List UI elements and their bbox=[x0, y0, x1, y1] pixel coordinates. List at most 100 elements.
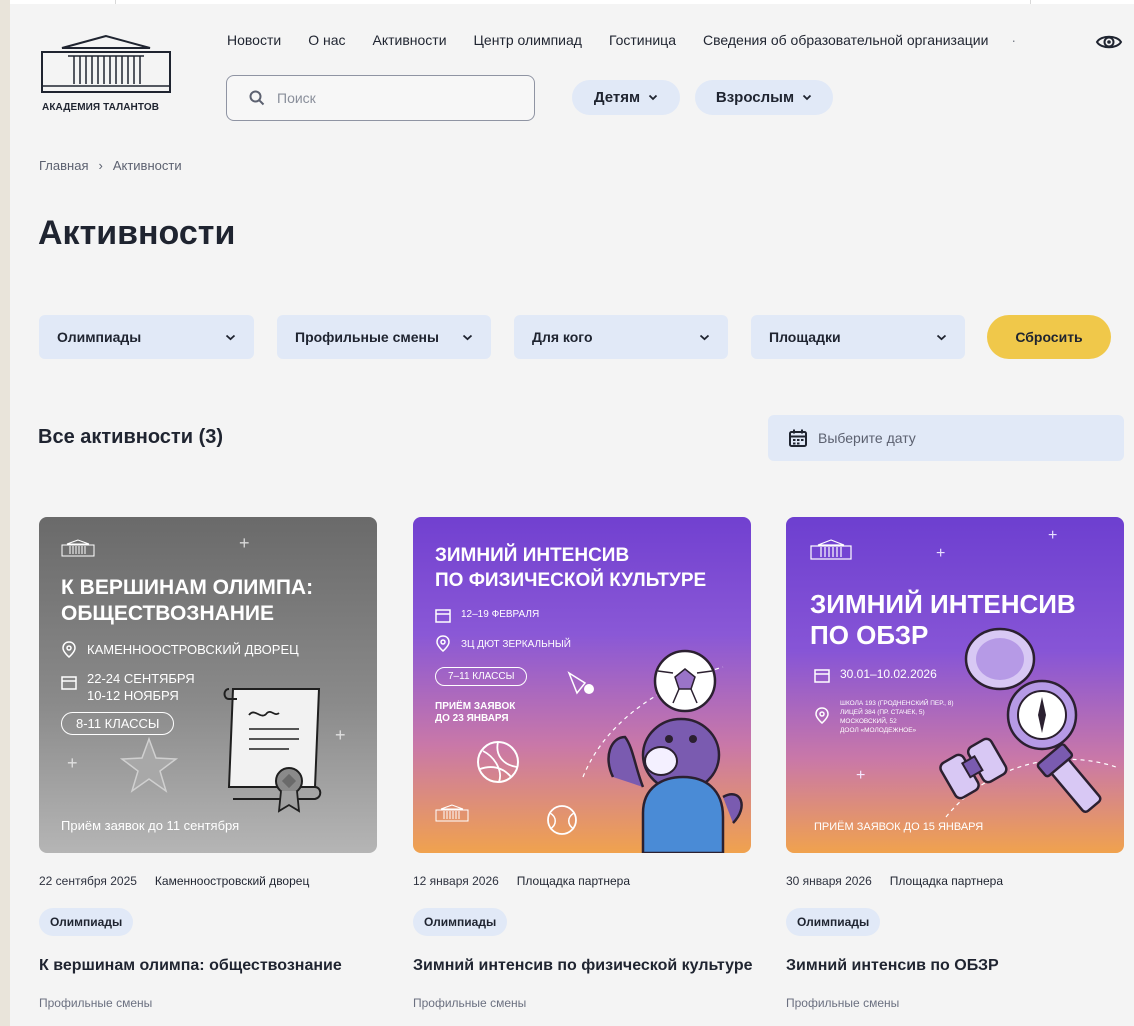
filter-profile-shifts[interactable]: Профильные смены bbox=[277, 315, 491, 359]
sparkle-icon: + bbox=[1048, 527, 1058, 544]
nav-item-about[interactable]: О нас bbox=[308, 32, 345, 48]
card-meta: 22 сентября 2025 Каменноостровский дворе… bbox=[39, 874, 377, 888]
chevron-down-icon bbox=[936, 334, 947, 340]
page-title: Активности bbox=[38, 214, 236, 252]
poster-deadline: ПРИЁМ ЗАЯВОК ДО 23 ЯНВАРЯ bbox=[435, 701, 516, 724]
card-title[interactable]: Зимний интенсив по физической культуре bbox=[413, 957, 753, 975]
card-category: Профильные смены bbox=[786, 996, 900, 1010]
poster-title: К ВЕРШИНАМ ОЛИМПА: ОБЩЕСТВОЗНАНИЕ bbox=[61, 576, 314, 625]
sparkle-icon: + bbox=[239, 533, 250, 553]
chevron-down-icon bbox=[699, 334, 710, 340]
calendar-icon bbox=[435, 609, 451, 623]
chevron-down-icon bbox=[462, 334, 473, 340]
nav-item-olympiad-center[interactable]: Центр олимпиад bbox=[474, 32, 582, 48]
reset-filters-button[interactable]: Сбросить bbox=[987, 315, 1111, 359]
building-logo-icon bbox=[41, 34, 171, 93]
page: АКАДЕМИЯ ТАЛАНТОВ Новости О нас Активнос… bbox=[10, 4, 1134, 1026]
sparkle-icon: + bbox=[856, 767, 866, 784]
poster-title: ЗИМНИЙ ИНТЕНСИВ ПО ФИЗИЧЕСКОЙ КУЛЬТУРЕ bbox=[435, 545, 707, 591]
filter-olympiads[interactable]: Олимпиады bbox=[39, 315, 254, 359]
search-input[interactable] bbox=[277, 90, 507, 106]
nav-dot: · bbox=[1011, 32, 1017, 48]
chevron-down-icon bbox=[802, 94, 812, 101]
breadcrumb-home[interactable]: Главная bbox=[39, 158, 88, 173]
filter-label: Для кого bbox=[532, 329, 593, 345]
scroll-diploma-icon bbox=[223, 688, 322, 813]
card-meta: 30 января 2026 Площадка партнера bbox=[786, 874, 1124, 888]
calendar-icon bbox=[814, 669, 830, 683]
date-picker-placeholder: Выберите дату bbox=[818, 430, 916, 446]
adults-menu-label: Взрослым bbox=[715, 89, 795, 106]
card-date: 22 сентября 2025 bbox=[39, 874, 137, 888]
nav-item-activities[interactable]: Активности bbox=[373, 32, 447, 48]
activity-card[interactable]: + К ВЕРШИНАМ ОЛИМПА: ОБЩЕСТВОЗНАНИЕ КАМЕ… bbox=[39, 517, 377, 1010]
search-box[interactable] bbox=[226, 75, 535, 121]
logo-text: АКАДЕМИЯ ТАЛАНТОВ bbox=[42, 102, 160, 113]
card-place: Площадка партнера bbox=[889, 874, 1004, 888]
calendar-icon bbox=[789, 429, 807, 447]
compass-binoculars-flashlight-illustration bbox=[939, 627, 1117, 818]
location-pin-icon bbox=[815, 707, 829, 724]
nav-item-news[interactable]: Новости bbox=[227, 32, 281, 48]
poster-deadline: Приём заявок до 11 сентября bbox=[61, 818, 240, 833]
site-logo[interactable]: АКАДЕМИЯ ТАЛАНТОВ bbox=[40, 34, 180, 124]
academy-logo-icon bbox=[61, 539, 95, 557]
poster-grades: 7–11 КЛАССЫ bbox=[435, 667, 528, 686]
chevron-down-icon bbox=[648, 94, 658, 101]
card-tag[interactable]: Олимпиады bbox=[786, 908, 881, 936]
card-meta: 12 января 2026 Площадка партнера bbox=[413, 874, 751, 888]
card-category: Профильные смены bbox=[413, 996, 527, 1010]
card-poster-image[interactable]: ЗИМНИЙ ИНТЕНСИВ ПО ФИЗИЧЕСКОЙ КУЛЬТУРЕ 1… bbox=[413, 517, 751, 853]
card-date: 12 января 2026 bbox=[413, 874, 499, 888]
search-icon bbox=[249, 90, 265, 106]
accessibility-eye-icon[interactable] bbox=[1095, 30, 1123, 54]
breadcrumb-separator: › bbox=[98, 158, 103, 173]
poster-deadline: ПРИЁМ ЗАЯВОК ДО 15 ЯНВАРЯ bbox=[814, 821, 984, 833]
nav-item-hotel[interactable]: Гостиница bbox=[609, 32, 676, 48]
poster-dates: 30.01–10.02.2026 bbox=[840, 667, 937, 681]
card-place: Площадка партнера bbox=[516, 874, 631, 888]
location-pin-icon bbox=[436, 635, 450, 652]
card-poster-image[interactable]: + К ВЕРШИНАМ ОЛИМПА: ОБЩЕСТВОЗНАНИЕ КАМЕ… bbox=[39, 517, 377, 853]
activities-count-title: Все активности (3) bbox=[38, 426, 224, 448]
seal-mascot-illustration bbox=[582, 649, 743, 853]
adults-menu-button[interactable]: Взрослым bbox=[695, 80, 833, 115]
nav-item-org-info[interactable]: Сведения об образовательной организации bbox=[703, 32, 988, 48]
sparkle-icon: + bbox=[67, 753, 78, 773]
children-menu-label: Детям bbox=[593, 89, 641, 106]
card-date: 30 января 2026 bbox=[786, 874, 872, 888]
poster-place: КАМЕННООСТРОВСКИЙ ДВОРЕЦ bbox=[87, 642, 299, 657]
breadcrumb: Главная › Активности bbox=[39, 158, 182, 173]
main-nav: Новости О нас Активности Центр олимпиад … bbox=[227, 32, 1038, 48]
card-tag[interactable]: Олимпиады bbox=[413, 908, 508, 936]
card-title[interactable]: К вершинам олимпа: обществознание bbox=[39, 957, 377, 975]
sparkle-icon: + bbox=[936, 545, 946, 562]
filter-label: Профильные смены bbox=[295, 329, 439, 345]
sparkle-icon: + bbox=[335, 725, 346, 745]
poster-grades: 8-11 КЛАССЫ bbox=[61, 712, 175, 735]
card-title[interactable]: Зимний интенсив по ОБЗР bbox=[786, 957, 1124, 975]
calendar-icon bbox=[61, 676, 77, 690]
date-picker[interactable]: Выберите дату bbox=[768, 415, 1124, 461]
academy-logo-icon bbox=[435, 804, 469, 822]
volleyball-icon bbox=[477, 741, 519, 783]
poster-place: ЗЦ ДЮТ ЗЕРКАЛЬНЫЙ bbox=[461, 639, 571, 650]
activity-card[interactable]: ЗИМНИЙ ИНТЕНСИВ ПО ОБЗР 30.01–10.02.2026… bbox=[786, 517, 1124, 1010]
breadcrumb-current: Активности bbox=[112, 158, 182, 173]
star-icon bbox=[119, 737, 179, 793]
filter-for-whom[interactable]: Для кого bbox=[514, 315, 728, 359]
filter-label: Площадки bbox=[769, 329, 841, 345]
location-pin-icon bbox=[62, 641, 76, 658]
poster-dates: 22-24 СЕНТЯБРЯ 10-12 НОЯБРЯ bbox=[87, 671, 195, 703]
card-tag[interactable]: Олимпиады bbox=[39, 908, 134, 936]
academy-logo-icon bbox=[810, 539, 852, 560]
card-place: Каменноостровский дворец bbox=[154, 874, 310, 888]
chevron-down-icon bbox=[225, 334, 236, 340]
card-category: Профильные смены bbox=[39, 996, 153, 1010]
children-menu-button[interactable]: Детям bbox=[572, 80, 680, 115]
filter-venues[interactable]: Площадки bbox=[751, 315, 965, 359]
card-poster-image[interactable]: ЗИМНИЙ ИНТЕНСИВ ПО ОБЗР 30.01–10.02.2026… bbox=[786, 517, 1124, 853]
filter-label: Олимпиады bbox=[57, 329, 142, 345]
activity-card[interactable]: ЗИМНИЙ ИНТЕНСИВ ПО ФИЗИЧЕСКОЙ КУЛЬТУРЕ 1… bbox=[413, 517, 753, 1010]
poster-dates: 12–19 ФЕВРАЛЯ bbox=[461, 609, 540, 620]
